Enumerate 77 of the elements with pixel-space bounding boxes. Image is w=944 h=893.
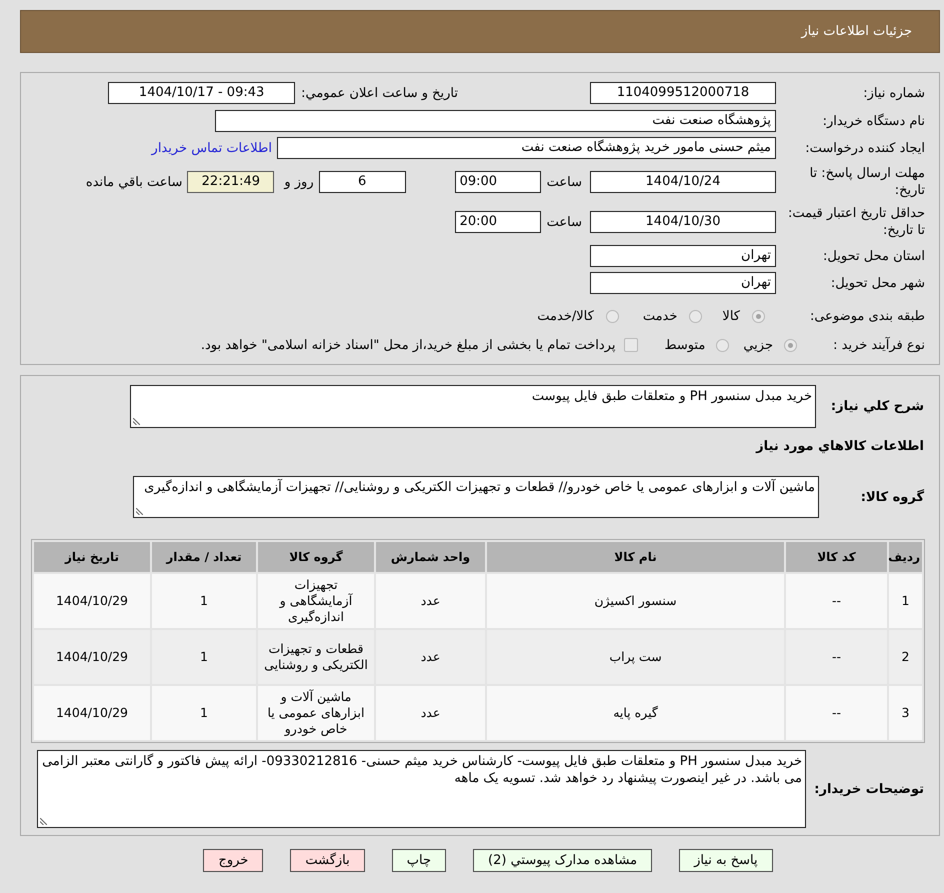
field-label: استان محل تحویل:	[823, 248, 925, 264]
field-label: نام دستگاه خریدار:	[822, 114, 925, 128]
radio-label: خدمت	[642, 308, 678, 324]
table-cell: 1404/10/29	[34, 630, 150, 684]
table-cell: 1	[152, 686, 256, 740]
column-header: نام کالا	[487, 542, 784, 572]
buyer-org-field[interactable]: پژوهشگاه صنعت نفت	[215, 110, 776, 132]
field-label: مهلت ارسال پاسخ: تا تاریخ:	[810, 166, 925, 198]
field-label: طبقه بندی موضوعی:	[810, 308, 925, 324]
field-label: شماره نیاز:	[863, 86, 925, 100]
page-title: جزئیات اطلاعات نیاز	[801, 24, 912, 39]
table-cell: سنسور اکسیژن	[487, 574, 784, 628]
table-cell: 1	[152, 630, 256, 684]
radio-label: متوسط	[664, 338, 706, 352]
date-field[interactable]: 1404/10/30	[590, 211, 776, 233]
table-cell: --	[786, 574, 887, 628]
field-label: تاریخ و ساعت اعلان عمومي:	[301, 86, 458, 100]
days-label: روز و	[284, 174, 314, 190]
field-label: توضیحات خریدار:	[814, 782, 924, 796]
city-field[interactable]: تهران	[590, 272, 776, 294]
table-cell: 1404/10/29	[34, 686, 150, 740]
field-label: حداقل تاریخ اعتبار قیمت: تا تاریخ:	[788, 206, 925, 238]
need-number-field[interactable]: 1104099512000718	[590, 82, 776, 104]
section-heading: اطلاعات کالاهاي مورد نیاز	[756, 438, 924, 454]
table-cell: گیره پایه	[487, 686, 784, 740]
resize-grip-icon[interactable]	[133, 418, 140, 425]
table-cell: عدد	[376, 630, 485, 684]
column-header: گروه کالا	[258, 542, 374, 572]
field-label: ایجاد کننده درخواست:	[805, 140, 925, 156]
table-cell: 1404/10/29	[34, 574, 150, 628]
field-label: گروه کالا:	[860, 490, 924, 504]
radio-label: کالا/خدمت	[537, 308, 594, 324]
field-label: شهر محل تحویل:	[830, 276, 925, 290]
radio-label: کالا	[722, 308, 740, 324]
action-button[interactable]: مشاهده مدارک پیوستي (2)	[473, 849, 652, 872]
table-cell: 2	[889, 630, 922, 684]
time-label: ساعت	[546, 214, 582, 230]
time-field[interactable]: 20:00	[454, 211, 541, 233]
buyer-notes-field[interactable]: خرید مبدل سنسور PH و متعلقات طبق فایل پیوست- کارشناس خرید میثم حسنی- 09330212816- ارائه پیش فاکتور و گارانتی معتبر الزامی می باشد. در غیر اینصورت پیشنهاد رد خواهد شد. تسویه یک ماهه	[37, 750, 806, 828]
time-label: ساعت	[546, 174, 582, 190]
table-cell: 1	[889, 574, 922, 628]
column-header: تعداد / مقدار	[152, 542, 256, 572]
days-field[interactable]: 6	[318, 171, 406, 193]
field-label: نوع فرآیند خرید :	[833, 338, 925, 352]
province-field[interactable]: تهران	[590, 245, 776, 267]
field-label: شرح كلي نیاز:	[830, 399, 924, 414]
summary-field[interactable]: خرید مبدل سنسور PH و متعلقات طبق فایل پیوست	[130, 385, 816, 428]
resize-grip-icon[interactable]	[40, 818, 47, 825]
checkbox-label: پرداخت تمام یا بخشی از مبلغ خرید،از محل "اسناد خزانه اسلامی" خواهد بود.	[200, 338, 616, 352]
remaining-label: ساعت باقي مانده	[86, 174, 182, 190]
requester-field[interactable]: میثم حسنی مامور خرید پژوهشگاه صنعت نفت	[277, 137, 776, 159]
column-header: کد کالا	[786, 542, 887, 572]
action-button[interactable]: پاسخ به نیاز	[679, 849, 773, 872]
column-header: تاریخ نیاز	[34, 542, 150, 572]
table-cell: ست پراب	[487, 630, 784, 684]
table-cell: --	[786, 686, 887, 740]
column-header: ردیف	[889, 542, 922, 572]
announce-date-field[interactable]: 1404/10/17 - 09:43	[108, 82, 296, 104]
countdown-field[interactable]: 22:21:49	[187, 171, 274, 193]
contact-link[interactable]: اطلاعات تماس خریدار	[152, 140, 272, 156]
column-header: واحد شمارش	[376, 542, 485, 572]
table-cell: عدد	[376, 686, 485, 740]
time-field[interactable]: 09:00	[454, 171, 541, 193]
date-field[interactable]: 1404/10/24	[590, 171, 776, 193]
radio-label: جزيي	[743, 338, 773, 352]
action-button[interactable]: بازگشت	[290, 849, 365, 872]
resize-grip-icon[interactable]	[136, 508, 143, 515]
table-cell: قطعات و تجهیزات الکتریکی و روشنایی	[258, 630, 374, 684]
action-button[interactable]: چاپ	[392, 849, 446, 872]
table-cell: 1	[152, 574, 256, 628]
table-cell: 3	[889, 686, 922, 740]
table-cell: ماشین آلات و ابزارهای عمومی یا خاص خودرو	[258, 686, 374, 740]
table-cell: عدد	[376, 574, 485, 628]
table-cell: تجهیزات آزمایشگاهی و اندازه‌گیری	[258, 574, 374, 628]
action-button[interactable]: خروج	[203, 849, 264, 872]
table-cell: --	[786, 630, 887, 684]
goods-group-field[interactable]: ماشین آلات و ابزارهای عمومی یا خاص خودرو// قطعات و تجهیزات الکتریکی و روشنایی// تجهیزات آزمایشگاهی و اندازه‌گیری	[133, 476, 819, 518]
